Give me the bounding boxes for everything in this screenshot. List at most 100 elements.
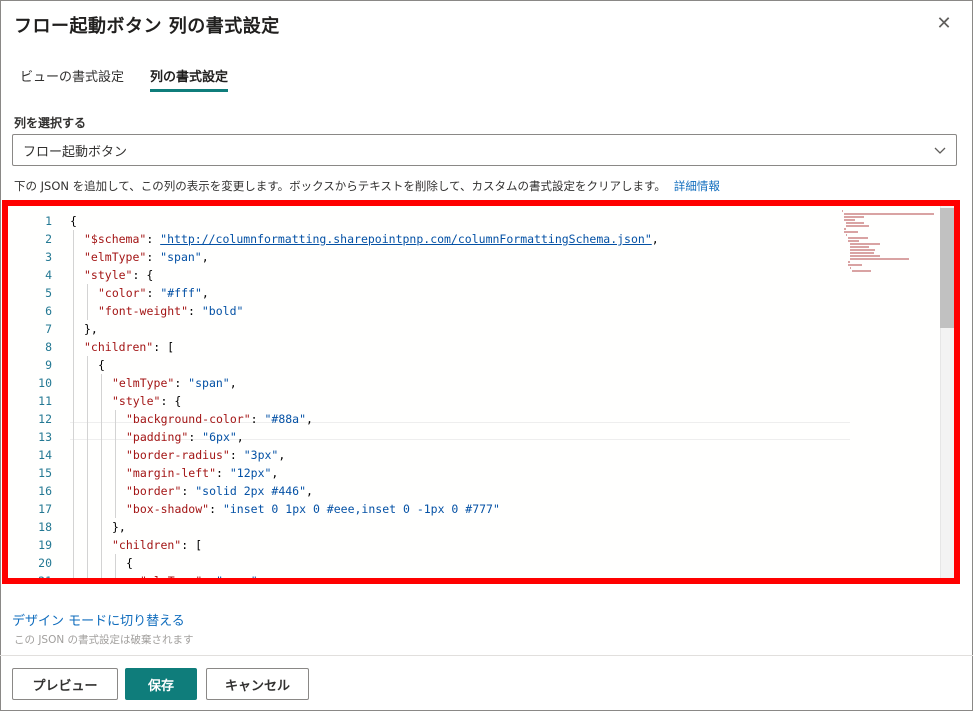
minimap-line	[850, 258, 910, 260]
minimap-line	[848, 264, 863, 266]
indent-guide	[101, 374, 102, 578]
json-key: "style"	[112, 394, 161, 408]
json-punctuation: ,	[306, 484, 313, 498]
minimap-line	[850, 243, 880, 245]
json-punctuation: :	[146, 250, 161, 264]
json-punctuation: :	[174, 376, 189, 390]
description: 下の JSON を追加して、この列の表示を変更します。ボックスからテキストを削除…	[14, 178, 720, 194]
code-line: "box-shadow": "inset 0 1px 0 #eee,inset …	[126, 500, 500, 518]
line-number: 10	[38, 376, 52, 390]
line-number: 9	[45, 358, 52, 372]
minimap-line	[850, 246, 869, 248]
line-number: 1	[45, 214, 52, 228]
code-area[interactable]: { "$schema": "http://columnformatting.sha…	[70, 206, 850, 578]
code-line: {	[126, 554, 133, 572]
dialog-title: フロー起動ボタン 列の書式設定	[14, 16, 280, 37]
column-select-label: 列を選択する	[14, 116, 87, 130]
line-number-gutter: 123456789101112131415161718192021	[8, 206, 60, 578]
line-number: 15	[38, 466, 52, 480]
json-punctuation: :	[181, 484, 196, 498]
code-line: "elmType": "span",	[112, 374, 237, 392]
code-line: "font-weight": "bold"	[98, 302, 243, 320]
minimap-line	[844, 216, 864, 218]
json-key: "border-radius"	[126, 448, 230, 462]
json-value: "6px"	[202, 430, 237, 444]
json-punctuation: :	[146, 232, 161, 246]
line-number: 5	[45, 286, 52, 300]
code-line: "children": [	[112, 536, 202, 554]
switch-design-mode-link[interactable]: デザイン モードに切り替える	[12, 610, 185, 629]
minimap-line	[846, 234, 848, 236]
json-key: "color"	[98, 286, 147, 300]
minimap-line	[848, 237, 868, 239]
close-icon[interactable]: ✕	[932, 12, 956, 36]
code-line: "background-color": "#88a",	[126, 410, 313, 428]
json-code-editor[interactable]: 123456789101112131415161718192021 {"$sch…	[8, 206, 954, 578]
json-key: "margin-left"	[126, 466, 217, 480]
json-key: "children"	[84, 340, 154, 354]
code-line: "elmType": "span",	[84, 248, 209, 266]
json-key: "padding"	[126, 430, 189, 444]
json-key: "border"	[126, 484, 182, 498]
code-line: "color": "#fff",	[98, 284, 209, 302]
indent-guide	[87, 356, 88, 578]
json-key: "$schema"	[84, 232, 147, 246]
code-line: "style": {	[112, 392, 181, 410]
json-punctuation: },	[84, 322, 98, 336]
json-value: "#fff"	[160, 286, 202, 300]
minimap-line	[846, 225, 870, 227]
code-line: "children": [	[84, 338, 174, 356]
save-button[interactable]: 保存	[125, 668, 197, 700]
column-select-dropdown[interactable]: フロー起動ボタン	[12, 134, 957, 166]
line-number: 16	[38, 484, 52, 498]
json-key: "style"	[84, 268, 133, 282]
preview-button[interactable]: プレビュー	[12, 668, 118, 700]
json-punctuation: : {	[132, 268, 154, 282]
chevron-down-icon	[934, 147, 946, 154]
line-number: 8	[45, 340, 52, 354]
scrollbar-thumb[interactable]	[940, 208, 954, 328]
line-number: 21	[8, 572, 52, 578]
json-punctuation: ,	[651, 232, 659, 246]
footer-divider	[0, 655, 973, 656]
minimap-line	[852, 270, 871, 272]
code-line: "padding": "6px",	[126, 428, 244, 446]
json-value: "http://columnformatting.sharepointpnp.c…	[160, 232, 652, 246]
json-punctuation: ,	[236, 430, 244, 444]
line-number: 6	[45, 304, 52, 318]
json-value: "span"	[216, 574, 258, 578]
json-punctuation: : {	[160, 394, 182, 408]
json-punctuation: {	[126, 556, 133, 570]
json-punctuation: ,	[201, 286, 209, 300]
json-punctuation: ,	[306, 412, 313, 426]
tab-bar: ビューの書式設定 列の書式設定	[20, 62, 254, 92]
minimap-line	[844, 231, 859, 233]
code-line: {	[98, 356, 105, 374]
minimap-line	[850, 249, 876, 251]
code-line: "$schema": "http://columnformatting.shar…	[84, 230, 659, 248]
json-value: "3px"	[243, 448, 279, 462]
line-number: 3	[45, 250, 52, 264]
tab-view-formatting[interactable]: ビューの書式設定	[20, 62, 124, 92]
json-punctuation: :	[188, 430, 203, 444]
learn-more-link[interactable]: 詳細情報	[674, 179, 720, 193]
indent-guide	[87, 284, 88, 320]
tab-column-formatting[interactable]: 列の書式設定	[150, 62, 229, 92]
cancel-button[interactable]: キャンセル	[206, 668, 309, 700]
json-punctuation: ,	[278, 448, 286, 462]
json-punctuation: : [	[181, 538, 203, 552]
minimap-line	[848, 261, 851, 263]
json-key: "elmType"	[112, 376, 175, 390]
line-number: 14	[38, 448, 52, 462]
minimap-line	[844, 213, 934, 215]
minimap-line	[844, 219, 855, 221]
column-select-value: フロー起動ボタン	[23, 144, 128, 160]
minimap-line	[848, 240, 859, 242]
line-number: 4	[45, 268, 52, 282]
code-line: "style": {	[84, 266, 153, 284]
line-number: 2	[45, 232, 52, 246]
json-value: "inset 0 1px 0 #eee,inset 0 -1px 0 #777"	[222, 502, 500, 516]
line-number: 20	[38, 556, 52, 570]
code-line: "elmType": "span"	[140, 572, 258, 578]
minimap[interactable]	[842, 210, 938, 300]
